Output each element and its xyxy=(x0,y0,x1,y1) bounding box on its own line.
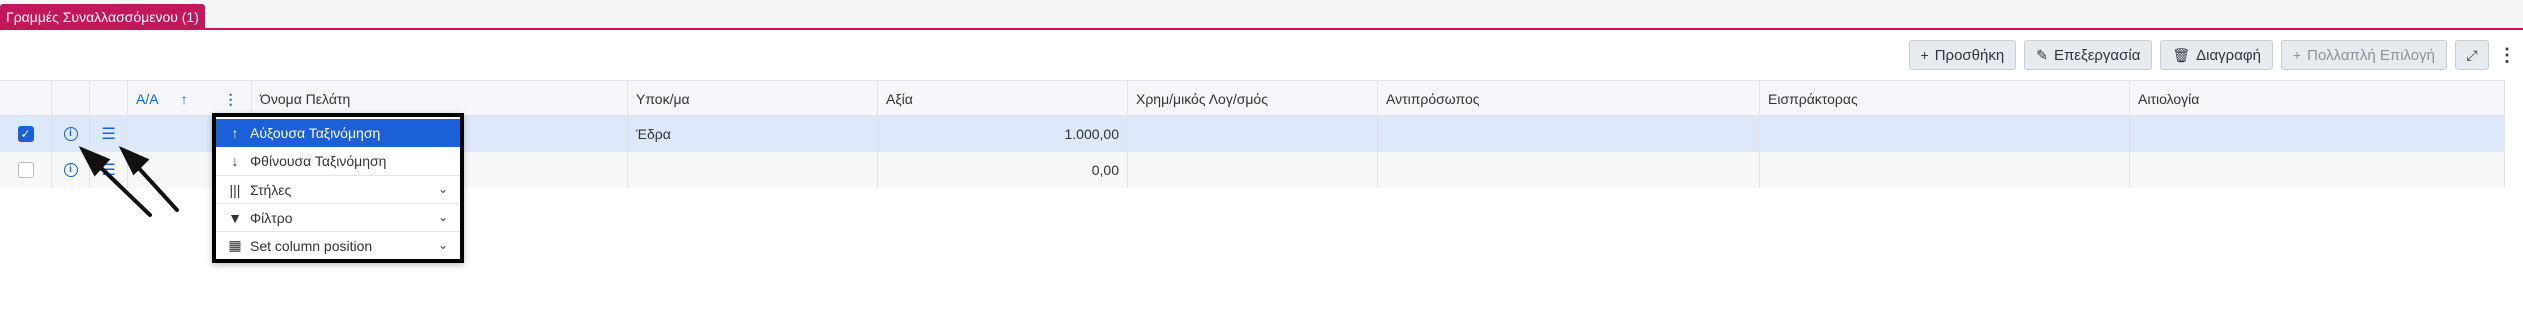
menu-item-label: Στήλες xyxy=(250,181,292,198)
menu-item-sort-ascending[interactable]: ↑ Αύξουσα Ταξινόμηση xyxy=(216,119,460,147)
chevron-down-icon: ⌄ xyxy=(437,238,448,252)
menu-item-filter[interactable]: ▼ Φίλτρο ⌄ xyxy=(216,203,460,231)
menu-item-label: Φίλτρο xyxy=(250,209,293,226)
menu-item-label: Αύξουσα Ταξινόμηση xyxy=(250,125,381,141)
table-icon: ▦ xyxy=(228,237,242,253)
columns-icon: ||| xyxy=(229,181,241,198)
chevron-down-icon: ⌄ xyxy=(437,210,448,224)
menu-item-label: Set column position xyxy=(250,237,373,254)
filter-icon: ▼ xyxy=(228,209,242,226)
menu-item-set-column-position[interactable]: ▦ Set column position ⌄ xyxy=(216,231,460,259)
arrow-up-icon: ↑ xyxy=(231,125,239,141)
arrow-head-2 xyxy=(118,145,150,176)
arrow-line-2 xyxy=(133,162,179,212)
menu-item-sort-descending[interactable]: ↓ Φθίνουσα Ταξινόμηση xyxy=(216,147,460,175)
arrow-down-icon: ↓ xyxy=(231,153,239,169)
column-context-menu: ↑ Αύξουσα Ταξινόμηση ↓ Φθίνουσα Ταξινόμη… xyxy=(212,113,464,263)
menu-item-label: Φθίνουσα Ταξινόμηση xyxy=(250,153,387,169)
menu-item-columns[interactable]: ||| Στήλες ⌄ xyxy=(216,175,460,203)
chevron-down-icon: ⌄ xyxy=(437,182,448,196)
